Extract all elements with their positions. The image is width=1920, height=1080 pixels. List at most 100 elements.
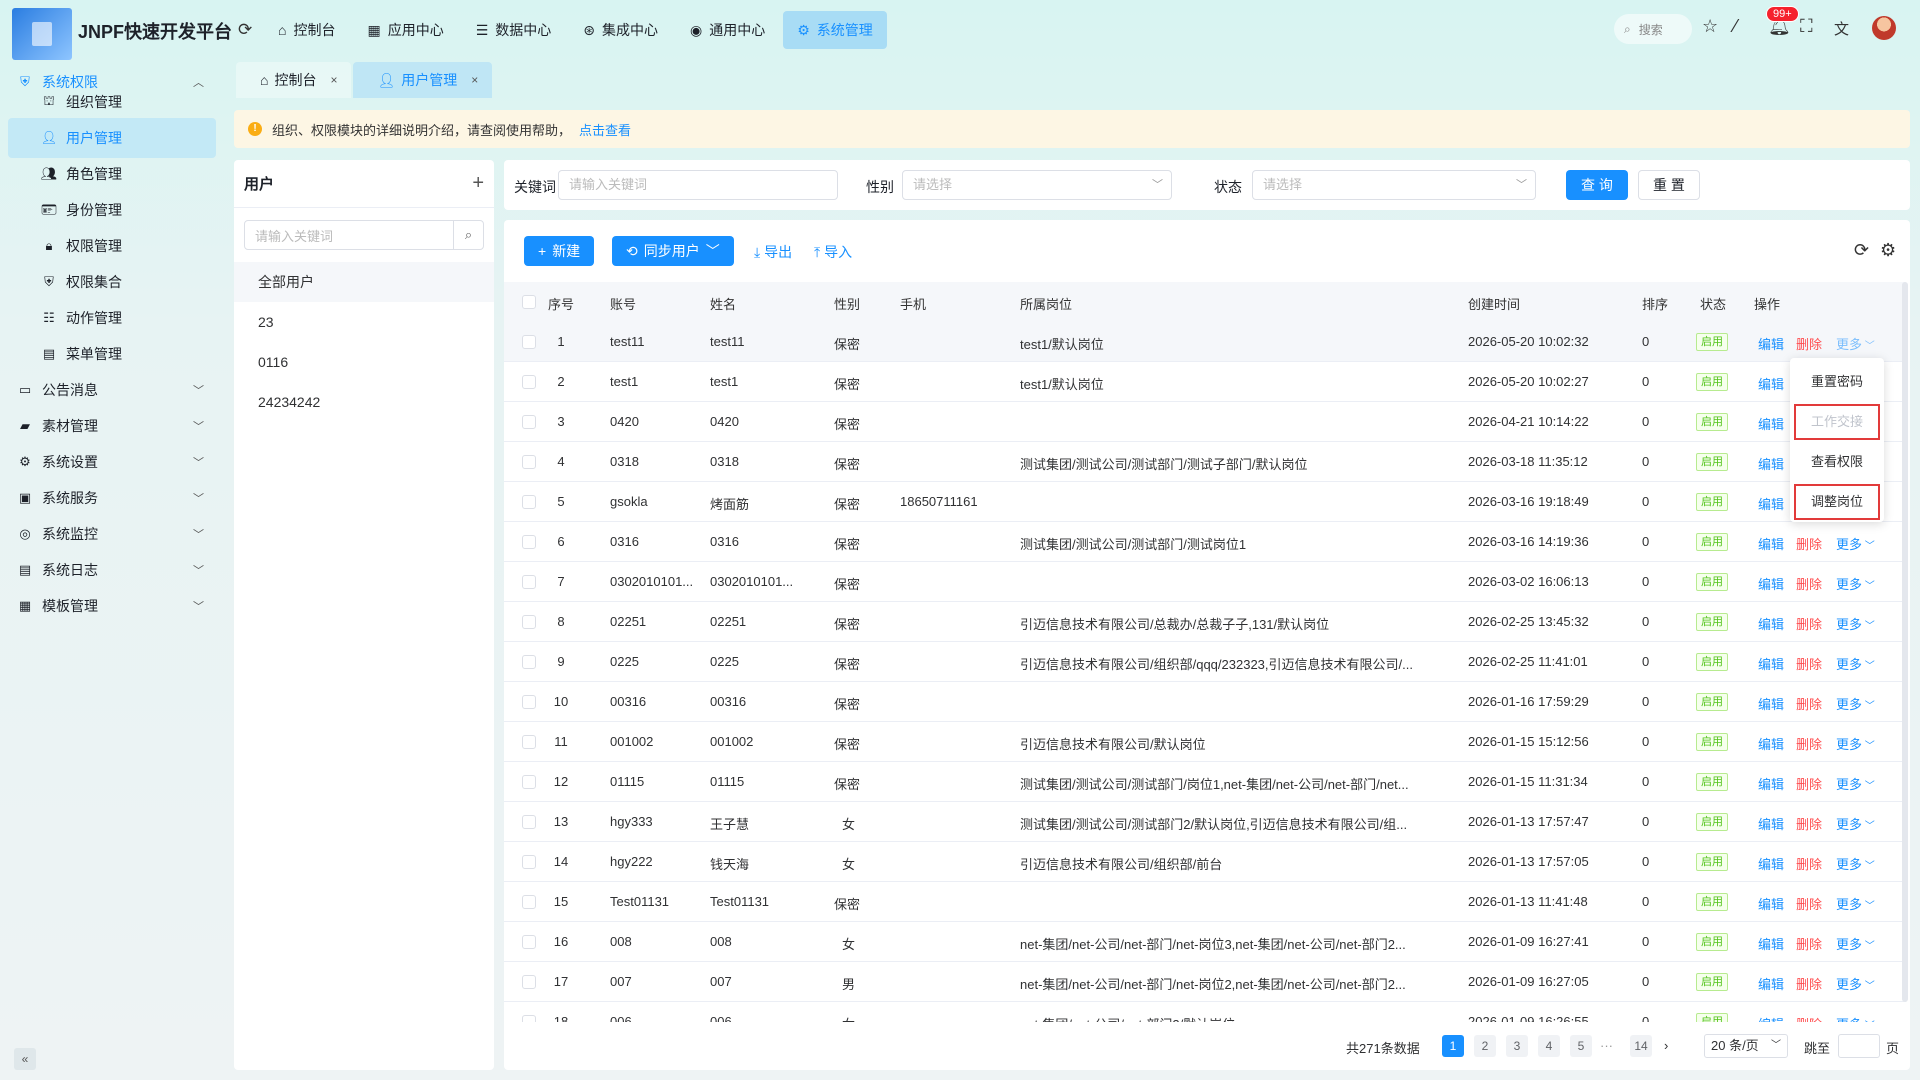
page-number-5[interactable]: 5 <box>1570 1035 1592 1057</box>
status-select[interactable]: 请选择 ﹀ <box>1252 170 1536 200</box>
row-checkbox[interactable] <box>522 1015 536 1022</box>
table-scrollbar[interactable] <box>1902 282 1908 1002</box>
sidebar-group-0[interactable]: ▭ 公告消息 ﹀ <box>0 370 224 410</box>
more-link[interactable]: 更多 ﹀ <box>1836 774 1875 793</box>
more-link[interactable]: 更多 ﹀ <box>1836 974 1875 993</box>
sidebar-group-2[interactable]: ⚙ 系统设置 ﹀ <box>0 442 224 482</box>
sidebar-item-4[interactable]: 🔒︎ 权限管理 <box>8 226 216 266</box>
delete-link[interactable]: 删除 <box>1796 894 1822 913</box>
edit-link[interactable]: 编辑 <box>1758 654 1784 673</box>
global-search[interactable]: ⌕ 搜索 <box>1614 14 1692 44</box>
more-link[interactable]: 更多 ﹀ <box>1836 734 1875 753</box>
page-size-select[interactable]: 20 条/页 ﹀ <box>1704 1034 1788 1058</box>
notice-link[interactable]: 点击查看 <box>579 120 631 139</box>
row-checkbox[interactable] <box>522 415 536 429</box>
tree-node[interactable]: 24234242 <box>234 382 494 422</box>
row-checkbox[interactable] <box>522 735 536 749</box>
row-checkbox[interactable] <box>522 575 536 589</box>
sidebar-item-7[interactable]: ▤ 菜单管理 <box>8 334 216 374</box>
query-button[interactable]: 查 询 <box>1566 170 1628 200</box>
row-checkbox[interactable] <box>522 895 536 909</box>
more-link[interactable]: 更多 ﹀ <box>1836 814 1875 833</box>
more-link[interactable]: 更多 ﹀ <box>1836 894 1875 913</box>
refresh-icon[interactable]: ⟳ <box>238 20 252 40</box>
edit-link[interactable]: 编辑 <box>1758 734 1784 753</box>
sidebar-group-3[interactable]: ▣ 系统服务 ﹀ <box>0 478 224 518</box>
close-icon[interactable]: × <box>330 73 337 87</box>
more-link[interactable]: 更多 ﹀ <box>1836 694 1875 713</box>
tree-node[interactable]: 23 <box>234 302 494 342</box>
delete-link[interactable]: 删除 <box>1796 574 1822 593</box>
delete-link[interactable]: 删除 <box>1796 814 1822 833</box>
more-link[interactable]: 更多 ﹀ <box>1836 574 1875 593</box>
jump-page-input[interactable] <box>1838 1034 1880 1058</box>
row-checkbox[interactable] <box>522 615 536 629</box>
edit-link[interactable]: 编辑 <box>1758 614 1784 633</box>
sidebar-collapse-button[interactable]: « <box>14 1048 36 1070</box>
topnav-item-1[interactable]: ▦ 应用中心 <box>353 11 457 49</box>
delete-link[interactable]: 删除 <box>1796 934 1822 953</box>
sidebar-item-0[interactable]: ⛫ 组织管理 <box>8 82 216 122</box>
page-ellipsis[interactable]: ··· <box>1600 1038 1613 1053</box>
row-checkbox[interactable] <box>522 495 536 509</box>
edit-link[interactable]: 编辑 <box>1758 454 1784 473</box>
tree-node[interactable]: 0116 <box>234 342 494 382</box>
tree-search-input[interactable]: 请输入关键词 ⌕ <box>244 220 484 250</box>
topnav-item-0[interactable]: ⌂ 控制台 <box>264 11 349 49</box>
topnav-item-5[interactable]: ⚙ 系统管理 <box>783 11 887 49</box>
edit-link[interactable]: 编辑 <box>1758 574 1784 593</box>
delete-link[interactable]: 删除 <box>1796 734 1822 753</box>
row-checkbox[interactable] <box>522 335 536 349</box>
delete-link[interactable]: 删除 <box>1796 334 1822 353</box>
delete-link[interactable]: 删除 <box>1796 654 1822 673</box>
row-checkbox[interactable] <box>522 655 536 669</box>
menu-item-0[interactable]: 重置密码 <box>1794 364 1880 400</box>
sidebar-group-6[interactable]: ▦ 模板管理 ﹀ <box>0 586 224 626</box>
row-checkbox[interactable] <box>522 375 536 389</box>
menu-item-3[interactable]: 调整岗位 <box>1794 484 1880 520</box>
row-checkbox[interactable] <box>522 775 536 789</box>
keyword-input[interactable]: 请输入关键词 <box>558 170 838 200</box>
delete-link[interactable]: 删除 <box>1796 534 1822 553</box>
more-link[interactable]: 更多 ﹀ <box>1836 534 1875 553</box>
page-number-4[interactable]: 4 <box>1538 1035 1560 1057</box>
sidebar-group-4[interactable]: ◎ 系统监控 ﹀ <box>0 514 224 554</box>
tab-dashboard[interactable]: ⌂ 控制台 × <box>236 62 352 98</box>
sidebar-group-1[interactable]: ▰ 素材管理 ﹀ <box>0 406 224 446</box>
row-checkbox[interactable] <box>522 975 536 989</box>
edit-link[interactable]: 编辑 <box>1758 414 1784 433</box>
more-link[interactable]: 更多 ﹀ <box>1836 654 1875 673</box>
page-number-3[interactable]: 3 <box>1506 1035 1528 1057</box>
more-link[interactable]: 更多 ﹀ <box>1836 614 1875 633</box>
delete-link[interactable]: 删除 <box>1796 854 1822 873</box>
row-checkbox[interactable] <box>522 815 536 829</box>
sidebar-item-5[interactable]: ⛨ 权限集合 <box>8 262 216 302</box>
delete-link[interactable]: 删除 <box>1796 614 1822 633</box>
row-checkbox[interactable] <box>522 855 536 869</box>
star-icon[interactable]: ☆ <box>1702 16 1718 37</box>
add-icon[interactable]: + <box>472 172 484 195</box>
topnav-item-2[interactable]: ☰ 数据中心 <box>462 11 566 49</box>
edit-link[interactable]: 编辑 <box>1758 694 1784 713</box>
more-link[interactable]: 更多 ﹀ <box>1836 1014 1875 1022</box>
menu-item-2[interactable]: 查看权限 <box>1794 444 1880 480</box>
reset-button[interactable]: 重 置 <box>1638 170 1700 200</box>
user-avatar[interactable] <box>1872 16 1896 40</box>
close-icon[interactable]: × <box>471 73 478 87</box>
app-logo[interactable] <box>12 8 72 60</box>
fullscreen-icon[interactable]: ⛶ <box>1800 16 1813 37</box>
language-icon[interactable]: 文 <box>1834 18 1849 39</box>
edit-link[interactable]: 编辑 <box>1758 534 1784 553</box>
sidebar-item-3[interactable]: 🪪︎ 身份管理 <box>8 190 216 230</box>
gender-select[interactable]: 请选择 ﹀ <box>902 170 1172 200</box>
page-number-14[interactable]: 14 <box>1630 1035 1652 1057</box>
edit-link[interactable]: 编辑 <box>1758 1014 1784 1022</box>
edit-link[interactable]: 编辑 <box>1758 774 1784 793</box>
edit-link[interactable]: 编辑 <box>1758 974 1784 993</box>
row-checkbox[interactable] <box>522 935 536 949</box>
search-icon[interactable]: ⌕ <box>453 221 483 249</box>
edit-link[interactable]: 编辑 <box>1758 934 1784 953</box>
sidebar-group-5[interactable]: ▤ 系统日志 ﹀ <box>0 550 224 590</box>
tree-node[interactable]: 全部用户 <box>234 262 494 302</box>
page-number-2[interactable]: 2 <box>1474 1035 1496 1057</box>
